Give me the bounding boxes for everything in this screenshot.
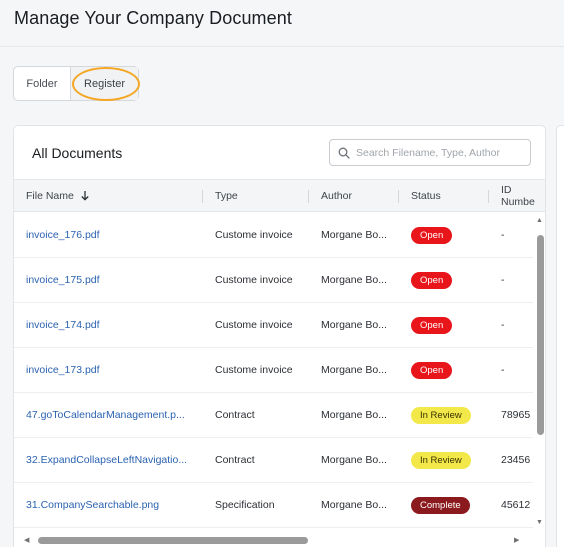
document-type: Custome invoice (215, 274, 293, 286)
col-status-label: Status (411, 189, 441, 202)
side-panel (556, 125, 564, 547)
status-badge: Open (411, 361, 453, 379)
vertical-scroll-thumb[interactable] (537, 235, 544, 435)
status-badge: Open (411, 226, 453, 244)
col-id-number-label: ID Numbe (501, 183, 535, 208)
col-divider[interactable] (308, 190, 309, 203)
document-author: Morgane Bo... (321, 319, 387, 331)
status-cell: In Review (411, 393, 491, 437)
id-number: - (501, 274, 505, 286)
col-divider[interactable] (202, 190, 203, 203)
table-row[interactable]: invoice_176.pdf Custome invoice Morgane Bo… (14, 213, 534, 258)
id-number: 78965 (501, 409, 531, 421)
file-name-link[interactable]: invoice_175.pdf (26, 258, 204, 302)
status-badge: Open (411, 316, 453, 334)
table-row[interactable]: 47.goToCalendarManagement.p... Contract Mo… (14, 393, 534, 438)
id-number: 45612 (501, 499, 531, 511)
col-header-id-number[interactable]: ID Numbe (501, 180, 545, 211)
documents-title: All Documents (32, 145, 123, 161)
status-cell: Open (411, 303, 491, 347)
folder-view-button[interactable]: Folder (14, 67, 71, 100)
scroll-down-icon[interactable]: ▼ (536, 519, 543, 526)
col-header-type[interactable]: Type (215, 180, 238, 211)
status-cell: Open (411, 348, 491, 392)
col-author-label: Author (321, 189, 352, 202)
document-type: Custome invoice (215, 364, 293, 376)
table-row[interactable]: 32.ExpandCollapseLeftNavigatio... Contrac… (14, 438, 534, 483)
status-cell: Open (411, 258, 491, 302)
scroll-right-icon[interactable]: ▶ (514, 537, 519, 544)
col-type-label: Type (215, 189, 238, 202)
search-icon (338, 147, 350, 159)
status-badge: In Review (411, 406, 471, 424)
document-author: Morgane Bo... (321, 229, 387, 241)
document-author: Morgane Bo... (321, 499, 387, 511)
document-author: Morgane Bo... (321, 364, 387, 376)
id-number: - (501, 229, 505, 241)
id-number: 23456 (501, 454, 531, 466)
status-cell: Open (411, 213, 491, 257)
table-row[interactable]: 31.CompanySearchable.png Specification Mor… (14, 483, 534, 528)
col-header-author[interactable]: Author (321, 180, 352, 211)
scroll-up-icon[interactable]: ▲ (536, 217, 543, 224)
page-title: Manage Your Company Document (14, 8, 292, 28)
col-header-status[interactable]: Status (411, 180, 441, 211)
document-author: Morgane Bo... (321, 274, 387, 286)
table-row[interactable]: invoice_175.pdf Custome invoice Morgane Bo… (14, 258, 534, 303)
document-author: Morgane Bo... (321, 454, 387, 466)
status-cell: In Review (411, 438, 491, 482)
col-file-name-label: File Name (26, 189, 74, 202)
id-number: - (501, 319, 505, 331)
document-type: Custome invoice (215, 319, 293, 331)
file-name-link[interactable]: invoice_176.pdf (26, 213, 204, 257)
status-badge: Complete (411, 496, 470, 514)
document-type: Specification (215, 499, 275, 511)
register-view-button[interactable]: Register (71, 67, 140, 101)
document-type: Custome invoice (215, 229, 293, 241)
documents-card: All Documents File Name Type Author Stat… (13, 125, 546, 547)
file-name-link[interactable]: invoice_173.pdf (26, 348, 204, 392)
document-type: Contract (215, 409, 255, 421)
status-badge: In Review (411, 451, 471, 469)
file-name-link[interactable]: invoice_174.pdf (26, 303, 204, 347)
file-name-link[interactable]: 31.CompanySearchable.png (26, 483, 204, 527)
col-divider[interactable] (488, 190, 489, 203)
view-toggle: Folder Register (13, 66, 140, 101)
document-author: Morgane Bo... (321, 409, 387, 421)
table-row[interactable]: invoice_173.pdf Custome invoice Morgane Bo… (14, 348, 534, 393)
status-cell: Complete (411, 483, 491, 527)
search-input[interactable] (356, 146, 526, 159)
arrow-down-icon[interactable] (80, 190, 90, 201)
id-number: - (501, 364, 505, 376)
file-name-link[interactable]: 32.ExpandCollapseLeftNavigatio... (26, 438, 204, 482)
title-divider (0, 46, 564, 47)
search-box[interactable] (329, 139, 531, 166)
scroll-left-icon[interactable]: ◀ (24, 537, 29, 544)
table-header: File Name Type Author Status ID Numbe (14, 179, 545, 212)
col-header-file-name[interactable]: File Name (26, 180, 90, 211)
horizontal-scroll-thumb[interactable] (38, 537, 308, 544)
table-row[interactable]: invoice_174.pdf Custome invoice Morgane Bo… (14, 303, 534, 348)
status-badge: Open (411, 271, 453, 289)
vertical-scrollbar[interactable]: ▲ ▼ (533, 213, 545, 533)
file-name-link[interactable]: 47.goToCalendarManagement.p... (26, 393, 204, 437)
col-divider[interactable] (398, 190, 399, 203)
horizontal-scrollbar[interactable]: ◀ ▶ (14, 533, 545, 547)
document-type: Contract (215, 454, 255, 466)
